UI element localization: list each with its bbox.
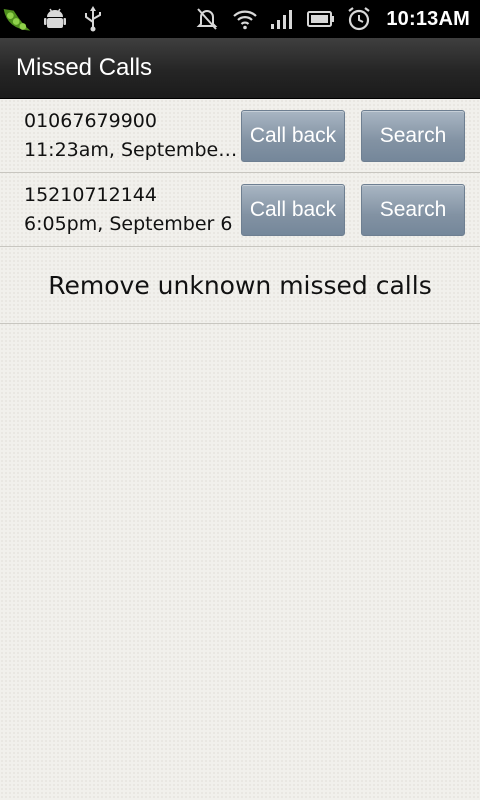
status-bar: 10:13AM bbox=[0, 0, 480, 38]
status-time: 10:13AM bbox=[386, 7, 470, 30]
wifi-icon bbox=[230, 4, 260, 34]
call-back-button[interactable]: Call back bbox=[241, 184, 345, 236]
search-button[interactable]: Search bbox=[361, 110, 465, 162]
caller-number: 01067679900 bbox=[24, 110, 157, 132]
call-time: 11:23am, Septembe… bbox=[24, 139, 238, 161]
title-bar: Missed Calls bbox=[0, 38, 480, 99]
silent-bell-icon bbox=[192, 4, 222, 34]
call-time: 6:05pm, September 6 bbox=[24, 213, 233, 235]
page-title: Missed Calls bbox=[16, 54, 153, 81]
battery-icon bbox=[306, 4, 336, 34]
signal-icon bbox=[268, 4, 298, 34]
call-back-button[interactable]: Call back bbox=[241, 110, 345, 162]
alarm-icon bbox=[344, 4, 374, 34]
caller-number: 15210712144 bbox=[24, 184, 157, 206]
list-item: 15210712144 6:05pm, September 6 Call bac… bbox=[0, 173, 480, 247]
remove-unknown-label: Remove unknown missed calls bbox=[48, 270, 432, 300]
list-item: 01067679900 11:23am, Septembe… Call back… bbox=[0, 99, 480, 173]
missed-calls-list: 01067679900 11:23am, Septembe… Call back… bbox=[0, 99, 480, 800]
usb-icon bbox=[78, 4, 108, 34]
android-debug-icon bbox=[40, 4, 70, 34]
remove-unknown-button[interactable]: Remove unknown missed calls bbox=[0, 247, 480, 324]
peas-app-icon bbox=[2, 4, 32, 34]
search-button[interactable]: Search bbox=[361, 184, 465, 236]
